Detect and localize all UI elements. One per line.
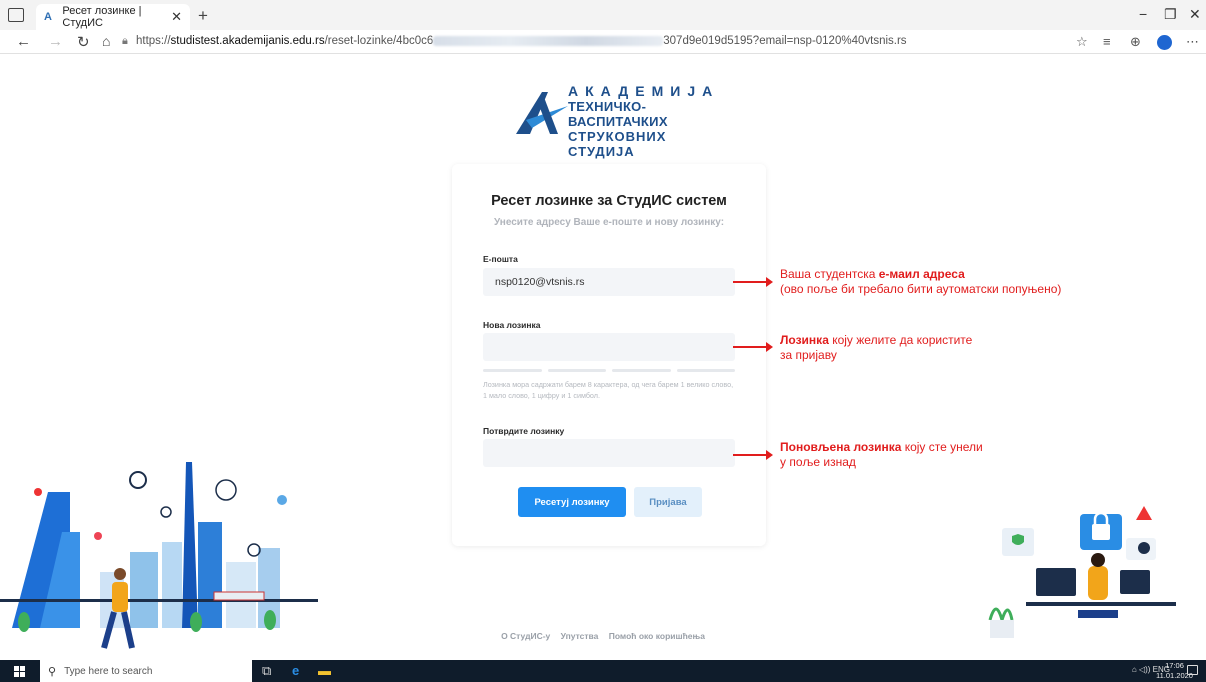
reset-password-button[interactable]: Ресетуј лозинку <box>518 487 626 517</box>
home-icon[interactable]: ⌂ <box>102 33 110 49</box>
annotation-confirm-bold: Поновљена лозинка <box>780 440 902 454</box>
logo-line-2: ТЕХНИЧКО-ВАСПИТАЧКИХ <box>568 99 668 129</box>
academy-logo-mark-icon <box>516 92 568 134</box>
annotation-password-bold: Лозинка <box>780 333 829 347</box>
annotation-email-line2: (ово поље би требало бити аутоматски поп… <box>780 282 1062 296</box>
page-subtitle: Унесите адресу Ваше е-поште и нову лозин… <box>493 217 725 228</box>
academy-logo-text: АКАДЕМИЈА ТЕХНИЧКО-ВАСПИТАЧКИХ СТРУКОВНИ… <box>568 83 720 160</box>
confirm-password-label: Потврдите лозинку <box>483 426 565 436</box>
favorites-list-icon[interactable]: ≡ <box>1103 34 1111 49</box>
favorite-star-icon[interactable]: ☆ <box>1076 34 1088 50</box>
new-password-label: Нова лозинка <box>483 320 541 330</box>
forward-icon[interactable]: → <box>48 33 63 50</box>
annotation-confirm-line2: у поље изнад <box>780 455 856 469</box>
windows-taskbar: ⚲ Type here to search ⧉ e ▬ ⌂ ◁)) ENG 17… <box>0 660 1206 682</box>
strength-segment <box>676 369 735 372</box>
tab-close-icon[interactable]: ✕ <box>171 9 182 25</box>
city-illustration <box>0 462 330 660</box>
annotation-arrow-email <box>733 277 773 287</box>
strength-segment <box>547 369 606 372</box>
browser-toolbar: ← → ↻ ⌂ 🔒︎ https://studistest.akademijan… <box>0 30 1206 54</box>
page-title: Ресет лозинке за СтудИС систем <box>491 193 727 209</box>
window-close-icon[interactable]: ✕ <box>1189 6 1201 23</box>
annotation-email: Ваша студентска е-маил адреса (ово поље … <box>780 267 1061 297</box>
annotation-confirm: Поновљена лозинка коју сте унели у поље … <box>780 440 983 470</box>
browser-tab-bar: A Ресет лозинке | СтудИС ✕ + − ❐ ✕ <box>0 0 1206 30</box>
annotation-password-text: коју желите да користите <box>828 333 973 347</box>
lock-icon[interactable]: 🔒︎ <box>122 35 128 48</box>
logo-line-3: СТРУКОВНИХ СТУДИЈА <box>568 129 667 159</box>
tab-actions-icon[interactable] <box>8 8 24 22</box>
email-label: Е-пошта <box>483 254 518 264</box>
restore-icon[interactable]: ❐ <box>1164 6 1177 23</box>
profile-avatar[interactable] <box>1157 35 1172 50</box>
tab-title: Ресет лозинке | СтудИС <box>62 5 142 29</box>
windows-start-icon[interactable] <box>14 666 25 677</box>
confirm-password-field[interactable] <box>483 439 735 467</box>
url-blurred-token <box>433 35 664 46</box>
annotation-password-line2: за пријаву <box>780 348 837 362</box>
edge-browser-icon[interactable]: e <box>292 663 299 678</box>
task-view-icon[interactable]: ⧉ <box>262 663 271 679</box>
logo-line-1: АКАДЕМИЈА <box>568 83 720 99</box>
footer-link-guide[interactable]: Упутства <box>561 631 599 641</box>
address-input[interactable]: https://studistest.akademijanis.edu.rs/r… <box>136 35 907 47</box>
url-prefix: https:// <box>136 35 171 47</box>
url-path: /reset-lozinke/4bc0c6 <box>324 35 434 47</box>
search-placeholder: Type here to search <box>64 665 153 677</box>
footer-link-about[interactable]: О СтудИС-у <box>501 631 550 641</box>
volume-icon: ◁)) <box>1138 665 1153 674</box>
academy-logo: АКАДЕМИЈА ТЕХНИЧКО-ВАСПИТАЧКИХ СТРУКОВНИ… <box>512 84 712 159</box>
back-icon[interactable]: ← <box>16 33 31 50</box>
notifications-icon[interactable] <box>1187 665 1198 675</box>
taskbar-search-input[interactable]: ⚲ Type here to search <box>40 660 252 682</box>
reset-password-card: Ресет лозинке за СтудИС систем Унесите а… <box>452 164 766 546</box>
file-explorer-icon[interactable]: ▬ <box>318 663 331 678</box>
annotation-password: Лозинка коју желите да користите за приј… <box>780 333 972 363</box>
annotation-arrow-password <box>733 342 773 352</box>
url-suffix: 307d9e019d5195?email=nsp-0120%40vtsnis.r… <box>663 35 907 47</box>
more-menu-icon[interactable]: ⋯ <box>1186 34 1199 50</box>
site-favicon-icon: A <box>44 11 52 23</box>
new-tab-icon[interactable]: + <box>198 6 208 26</box>
search-icon: ⚲ <box>48 665 57 678</box>
minimize-icon[interactable]: − <box>1139 6 1147 22</box>
annotation-email-text: Ваша студентска <box>780 267 879 281</box>
annotation-arrow-confirm <box>733 450 773 460</box>
strength-segment <box>483 369 542 372</box>
password-hint: Лозинка мора садржати барем 8 карактера,… <box>483 380 734 400</box>
annotation-email-bold: е-маил адреса <box>878 267 965 281</box>
network-icon: ⌂ <box>1131 665 1139 674</box>
footer-links: О СтудИС-у Упутства Помоћ око коришћења <box>0 631 1206 641</box>
login-button[interactable]: Пријава <box>634 487 702 517</box>
email-field[interactable] <box>483 268 735 296</box>
password-strength-meter <box>483 369 735 372</box>
annotation-confirm-text: коју сте унели <box>901 440 983 454</box>
collections-icon[interactable]: ⊕ <box>1130 34 1141 50</box>
strength-segment <box>612 369 671 372</box>
browser-tab[interactable]: A Ресет лозинке | СтудИС ✕ <box>36 4 190 30</box>
footer-link-help[interactable]: Помоћ око коришћења <box>609 631 705 641</box>
url-host: studistest.akademijanis.edu.rs <box>170 35 325 47</box>
new-password-field[interactable] <box>483 333 735 361</box>
refresh-icon[interactable]: ↻ <box>77 33 90 51</box>
